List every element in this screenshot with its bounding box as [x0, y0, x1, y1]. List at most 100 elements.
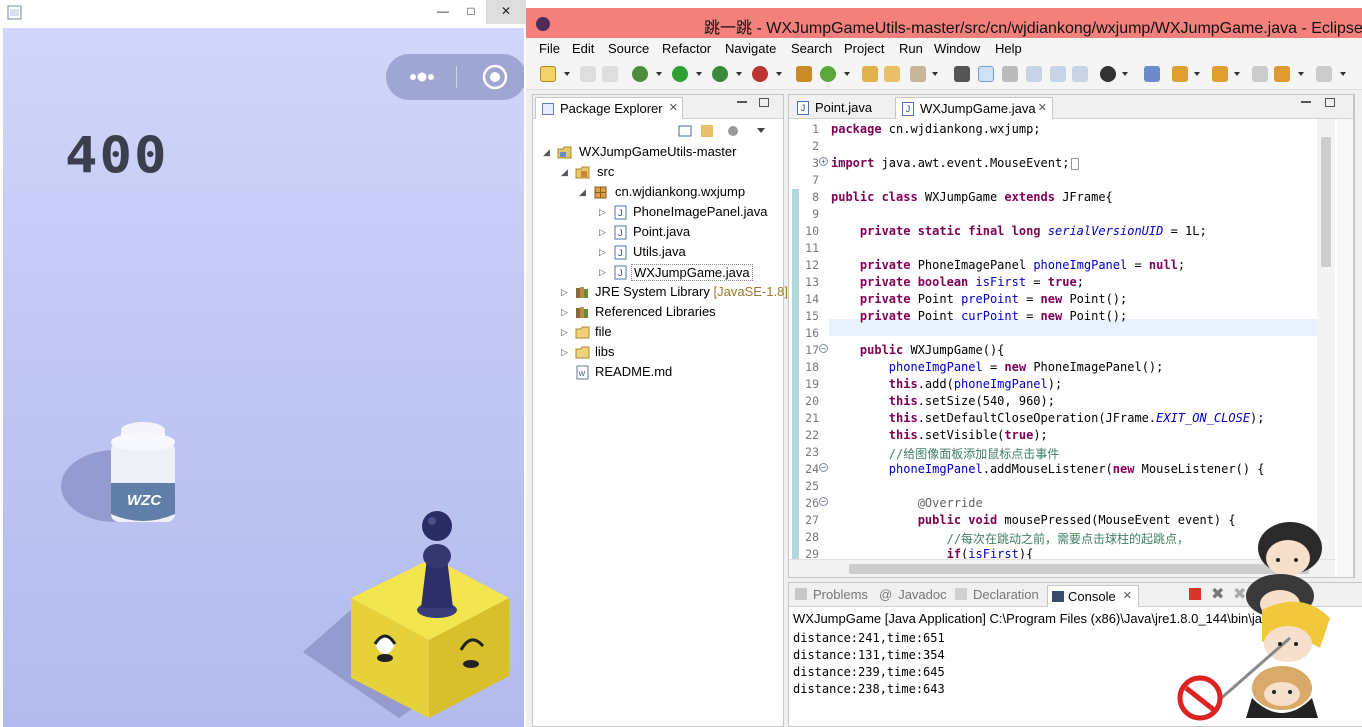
tree-project[interactable]: ◢ WXJumpGameUtils-master	[533, 143, 783, 163]
save-icon[interactable]	[580, 66, 596, 82]
tab-problems[interactable]: Problems	[795, 587, 868, 602]
back-icon[interactable]	[1274, 66, 1290, 82]
open-task-icon[interactable]	[884, 66, 900, 82]
fold-expand-icon[interactable]: +	[819, 157, 828, 166]
menu-help[interactable]: Help	[995, 41, 1022, 56]
menu-navigate[interactable]: Navigate	[725, 41, 776, 56]
code-area[interactable]: 1 2 3 7 8 9 10 11 12 13 14 15 16 17 18 1…	[789, 119, 1317, 559]
code-line: phoneImgPanel = new PhoneImagePanel();	[888, 360, 1164, 374]
back-history-icon[interactable]	[1252, 66, 1268, 82]
next-edit-icon[interactable]	[1172, 66, 1188, 82]
pin-icon[interactable]	[1144, 66, 1160, 82]
tab-console[interactable]: Console ✕	[1047, 585, 1139, 607]
project-folder-icon	[557, 146, 572, 159]
search-icon[interactable]	[910, 66, 926, 82]
new-package-icon[interactable]	[796, 66, 812, 82]
tab-wxjumpgame-java[interactable]: J WXJumpGame.java ✕	[895, 97, 1053, 119]
code-line: import java.awt.event.MouseEvent;	[831, 156, 1080, 170]
coverage-icon[interactable]	[712, 66, 728, 82]
tree-folder-file[interactable]: ▷ file	[533, 323, 783, 343]
perspective-icon[interactable]	[1100, 66, 1116, 82]
new-icon[interactable]	[540, 66, 556, 82]
code-line: private Point prePoint = new Point();	[859, 292, 1128, 306]
package-explorer-icon	[542, 103, 554, 115]
folded-imports-marker	[1071, 157, 1080, 170]
console-output-line: distance:241,time:651	[793, 631, 945, 645]
next-annotation-icon[interactable]	[1050, 66, 1066, 82]
at-icon: @	[879, 587, 893, 602]
code-line: @Override	[917, 496, 983, 510]
external-tools-icon[interactable]	[752, 66, 768, 82]
tree-folder-libs[interactable]: ▷ libs	[533, 343, 783, 363]
bottle-label: WZC	[127, 492, 162, 509]
block-selection-icon[interactable]	[1002, 66, 1018, 82]
text-file-icon: W	[576, 365, 589, 380]
maximize-view-icon[interactable]	[759, 98, 769, 107]
tab-package-explorer[interactable]: Package Explorer ✕	[535, 97, 683, 119]
new-class-icon[interactable]	[820, 66, 836, 82]
menu-source[interactable]: Source	[608, 41, 649, 56]
java-file-icon: J	[614, 245, 627, 260]
tree-package[interactable]: ◢ cn.wjdiankong.wxjump	[533, 183, 783, 203]
last-edit-icon[interactable]	[1212, 66, 1228, 82]
code-line: private static final long serialVersionU…	[859, 224, 1207, 238]
close-tab-icon[interactable]: ✕	[669, 101, 678, 114]
close-tab-icon[interactable]: ✕	[1038, 101, 1047, 114]
tree-file-phoneimagepanel[interactable]: ▷ J PhoneImagePanel.java	[533, 203, 783, 223]
menu-run[interactable]: Run	[899, 41, 923, 56]
minimize-view-icon[interactable]	[737, 101, 747, 103]
tree-readme[interactable]: W README.md	[533, 363, 783, 383]
fold-collapse-icon[interactable]: −	[819, 463, 828, 472]
menu-edit[interactable]: Edit	[572, 41, 594, 56]
java-file-icon: J	[797, 101, 809, 115]
fold-collapse-icon[interactable]: −	[819, 344, 828, 353]
close-button[interactable]: ✕	[486, 0, 526, 24]
toggle-breadcrumb-icon[interactable]	[954, 66, 970, 82]
maximize-editor-icon[interactable]	[1325, 98, 1335, 107]
tree-file-point[interactable]: ▷ J Point.java	[533, 223, 783, 243]
forward-icon[interactable]	[1316, 66, 1332, 82]
tree-referenced-libraries[interactable]: ▷ Referenced Libraries	[533, 303, 783, 323]
tree-src[interactable]: ◢ src	[533, 163, 783, 183]
tab-declaration[interactable]: Declaration	[955, 587, 1039, 602]
editor-vertical-scrollbar[interactable]	[1317, 119, 1335, 559]
editor-tabbar: J Point.java J WXJumpGame.java ✕	[789, 95, 1353, 119]
tab-point-java[interactable]: J Point.java	[791, 97, 895, 119]
window-title: 跳一跳 - WXJumpGameUtils-master/src/cn/wjdi…	[704, 20, 1362, 37]
code-line: private boolean isFirst = true;	[859, 275, 1084, 289]
code-line: //给图像面板添加鼠标点击事件	[888, 447, 1060, 461]
show-whitespace-icon[interactable]	[1026, 66, 1042, 82]
minimize-button[interactable]: —	[430, 0, 456, 24]
tree-jre[interactable]: ▷ JRE System Library [JavaSE-1.8]	[533, 283, 788, 303]
collapse-all-icon	[678, 125, 692, 137]
tree-file-utils[interactable]: ▷ J Utils.java	[533, 243, 783, 263]
tab-javadoc[interactable]: @ Javadoc	[879, 587, 947, 602]
open-type-icon[interactable]	[862, 66, 878, 82]
mark-occurrences-icon[interactable]	[978, 66, 994, 82]
java-editor: J Point.java J WXJumpGame.java ✕ 1 2 3 7	[788, 94, 1354, 578]
main-toolbar	[526, 60, 1362, 90]
menu-bar: File Edit Source Refactor Navigate Searc…	[526, 38, 1362, 60]
menu-search[interactable]: Search	[791, 41, 832, 56]
maximize-button[interactable]: □	[458, 0, 484, 24]
game-canvas[interactable]: 400 WZC	[3, 28, 524, 727]
code-line: //每次在跳动之前，需要点击球柱的起跳点，	[946, 532, 1190, 546]
run-icon[interactable]	[672, 66, 688, 82]
scroll-thumb[interactable]	[1321, 137, 1331, 267]
fold-collapse-icon[interactable]: −	[819, 497, 828, 506]
menu-refactor[interactable]: Refactor	[662, 41, 711, 56]
debug-icon[interactable]	[632, 66, 648, 82]
problems-icon	[795, 588, 807, 600]
save-all-icon[interactable]	[602, 66, 618, 82]
prev-annotation-icon[interactable]	[1072, 66, 1088, 82]
menu-file[interactable]: File	[539, 41, 560, 56]
menu-project[interactable]: Project	[844, 41, 884, 56]
declaration-icon	[955, 588, 967, 600]
game-titlebar: — □ ✕	[0, 0, 526, 24]
svg-text:J: J	[618, 208, 623, 218]
minimize-editor-icon[interactable]	[1301, 101, 1311, 103]
menu-window[interactable]: Window	[934, 41, 980, 56]
close-tab-icon[interactable]: ✕	[1123, 589, 1132, 602]
tree-file-wxjumpgame[interactable]: ▷ J WXJumpGame.java	[533, 263, 783, 283]
code-line: this.add(phoneImgPanel);	[888, 377, 1063, 391]
